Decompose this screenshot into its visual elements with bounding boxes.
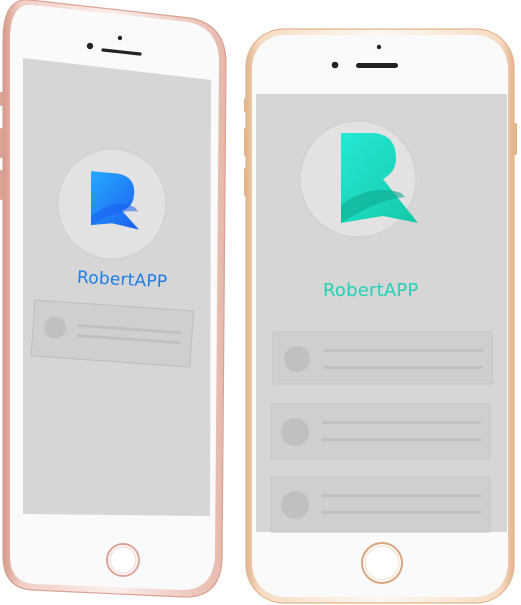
right-card-avatar <box>281 491 309 519</box>
right-list-card-1[interactable] <box>272 331 493 385</box>
right-card-line <box>322 438 481 441</box>
left-phone <box>0 0 227 598</box>
right-card-line <box>324 349 483 352</box>
right-front-camera <box>331 61 339 69</box>
left-home-button[interactable] <box>106 543 140 577</box>
right-camera-dot <box>376 44 382 50</box>
right-list-card-2[interactable] <box>270 403 491 460</box>
right-app-name: RobertAPP <box>323 280 419 301</box>
right-speaker <box>356 63 398 68</box>
left-list-card[interactable] <box>30 299 195 368</box>
right-phone <box>244 28 517 604</box>
left-front-camera <box>86 42 94 50</box>
right-home-button[interactable] <box>361 542 403 584</box>
right-card-line <box>322 511 481 514</box>
left-camera-dot <box>117 35 123 41</box>
right-card-line <box>322 494 481 497</box>
right-list-card-3[interactable] <box>270 476 491 533</box>
right-card-avatar <box>281 418 309 446</box>
right-card-line <box>324 366 483 369</box>
right-card-avatar <box>284 346 310 372</box>
right-card-line <box>322 421 481 424</box>
